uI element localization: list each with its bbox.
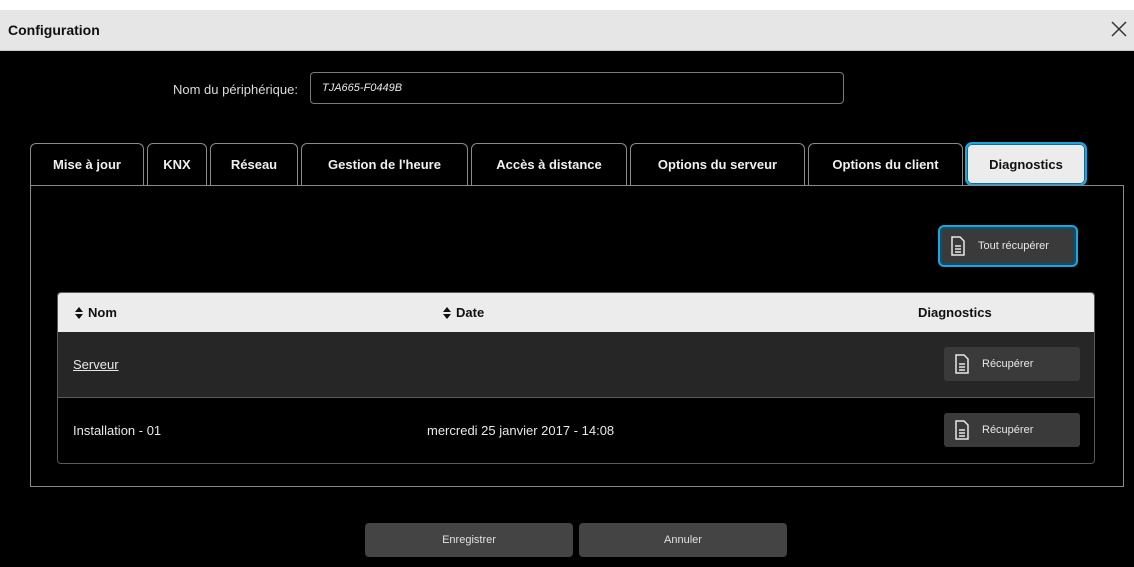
column-date-label: Date: [456, 305, 485, 320]
row-date: mercredi 25 janvier 2017 - 14:08: [427, 423, 615, 438]
retrieve-button[interactable]: Récupérer: [944, 347, 1080, 381]
tab-diagnostics[interactable]: Diagnostics: [965, 142, 1087, 186]
title-bar: Configuration: [0, 10, 1134, 51]
column-header-name[interactable]: Nom: [74, 305, 117, 320]
close-icon[interactable]: [1108, 18, 1134, 44]
column-name-label: Nom: [88, 305, 117, 320]
save-button[interactable]: Enregistrer: [365, 523, 573, 557]
tab-knx[interactable]: KNX: [147, 143, 207, 185]
retrieve-button[interactable]: Récupérer: [944, 413, 1080, 447]
table-header: Nom Date Diagnostics: [58, 293, 1094, 332]
tab-gestion-heure[interactable]: Gestion de l'heure: [301, 143, 468, 185]
cancel-button[interactable]: Annuler: [579, 523, 787, 557]
column-header-diagnostics: Diagnostics: [918, 305, 992, 320]
configuration-dialog: Configuration Nom du périphérique: Mise …: [0, 10, 1134, 567]
sort-icon: [74, 306, 84, 320]
retrieve-all-label: Tout récupérer: [978, 240, 1049, 252]
document-icon: [950, 236, 966, 256]
retrieve-label: Récupérer: [982, 358, 1034, 370]
column-header-date[interactable]: Date: [442, 305, 484, 320]
device-name-input[interactable]: [310, 72, 844, 104]
document-icon: [954, 354, 970, 374]
window-title: Configuration: [8, 22, 100, 38]
table-row: Installation - 01 mercredi 25 janvier 20…: [58, 398, 1094, 463]
device-name-label: Nom du périphérique:: [172, 82, 298, 97]
sort-icon: [442, 306, 452, 320]
tab-acces-distance[interactable]: Accès à distance: [471, 143, 627, 185]
tab-reseau[interactable]: Réseau: [210, 143, 298, 185]
document-icon: [954, 420, 970, 440]
retrieve-all-button[interactable]: Tout récupérer: [938, 225, 1078, 267]
tab-options-serveur[interactable]: Options du serveur: [630, 143, 805, 185]
row-name: Installation - 01: [73, 423, 162, 438]
diagnostics-table: Nom Date Diagnostics Serveur Récupérer I…: [57, 292, 1095, 464]
tab-mise-a-jour[interactable]: Mise à jour: [30, 143, 144, 185]
column-diagnostics-label: Diagnostics: [918, 305, 992, 320]
tab-options-client[interactable]: Options du client: [808, 143, 963, 185]
table-row: Serveur Récupérer: [58, 332, 1094, 398]
row-name-link[interactable]: Serveur: [73, 357, 119, 372]
retrieve-label: Récupérer: [982, 424, 1034, 436]
